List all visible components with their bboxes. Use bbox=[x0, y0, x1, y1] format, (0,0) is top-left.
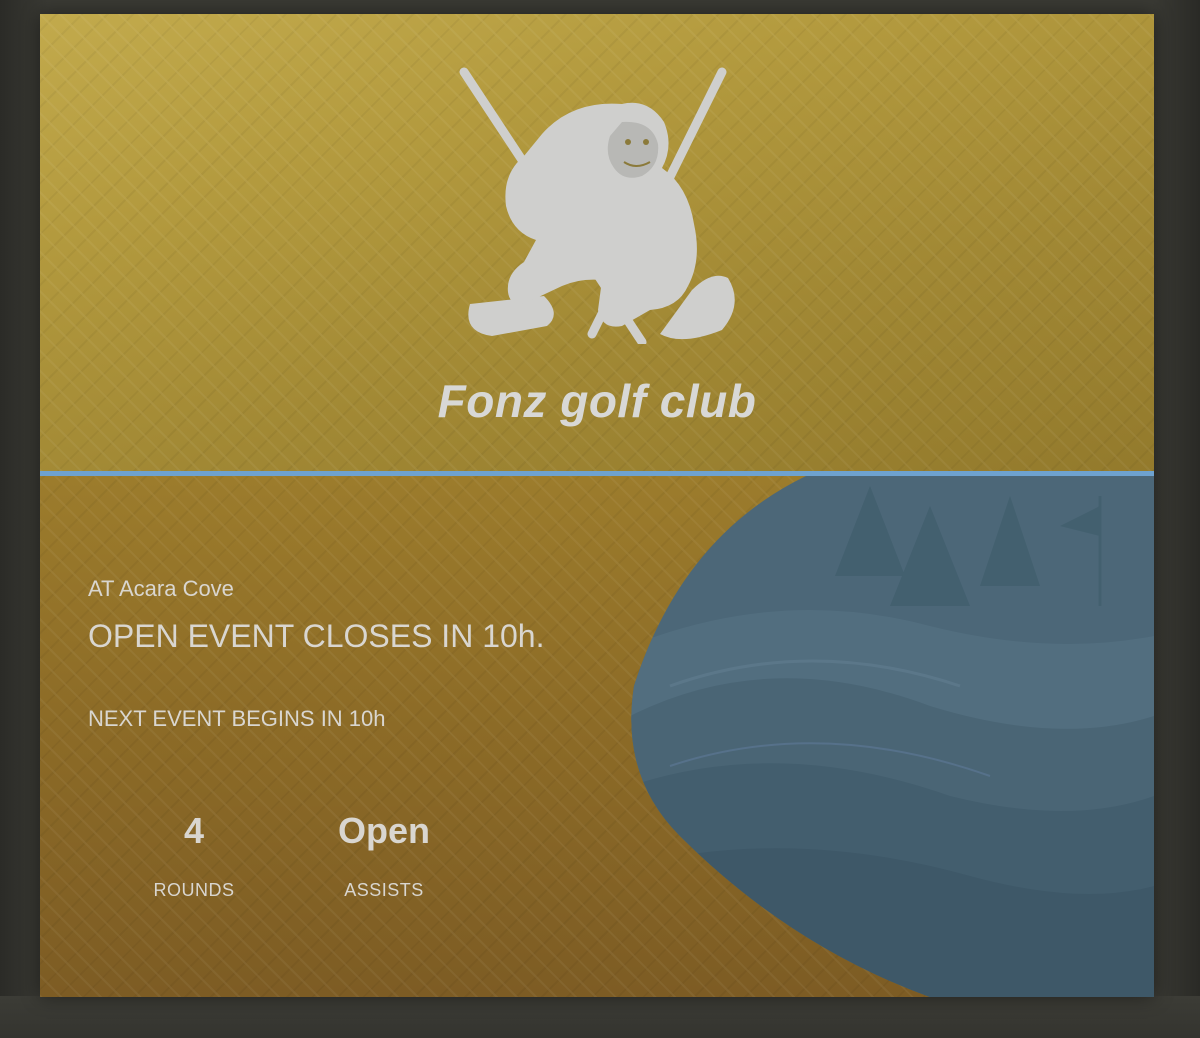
club-name: Fonz golf club bbox=[437, 375, 757, 427]
rounds-label: ROUNDS bbox=[153, 880, 235, 900]
assists-value: Open bbox=[337, 810, 430, 851]
next-event-countdown: NEXT EVENT BEGINS IN 10h bbox=[88, 706, 386, 731]
assists-label: ASSISTS bbox=[344, 880, 424, 900]
rounds-value: 4 bbox=[183, 810, 205, 851]
event-panel bbox=[40, 476, 1154, 997]
event-venue: AT Acara Cove bbox=[88, 576, 234, 601]
card-header: Fonz golf club bbox=[40, 14, 1154, 471]
golf-course-illustration bbox=[631, 476, 1154, 997]
event-closes-countdown: OPEN EVENT CLOSES IN 10h. bbox=[88, 618, 545, 654]
club-card[interactable]: Fonz golf club AT Acara Cove OPEN EVENT … bbox=[40, 14, 1154, 997]
gorilla-golf-logo-icon bbox=[459, 67, 735, 344]
backdrop bbox=[0, 996, 1200, 1038]
